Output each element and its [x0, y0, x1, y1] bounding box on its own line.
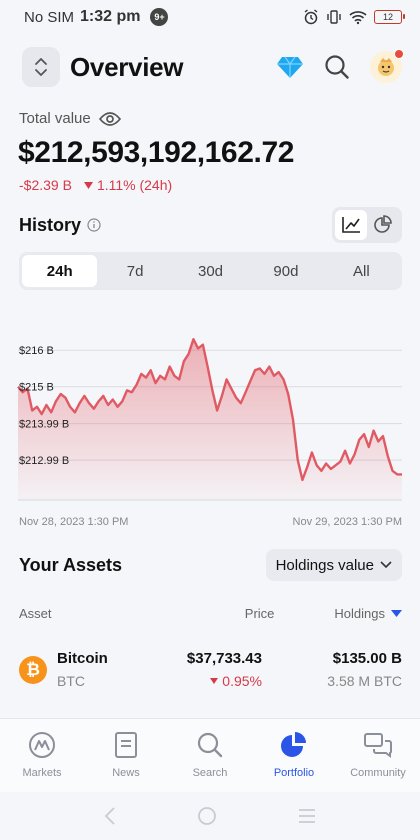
notification-badge: 9+: [150, 8, 169, 26]
x-start-label: Nov 28, 2023 1:30 PM: [19, 516, 129, 528]
history-header: History: [19, 207, 402, 243]
down-triangle-icon: [210, 678, 219, 684]
history-chart-svg: $216 B $215 B $213.99 B $212.99 B: [17, 338, 402, 501]
news-icon: [115, 732, 137, 758]
bottom-nav: Markets News Search Portfolio Community: [0, 718, 420, 792]
column-price[interactable]: Price: [154, 606, 275, 621]
change-percent: 1.11% (24h): [96, 177, 173, 193]
info-icon[interactable]: [87, 218, 101, 232]
recent-apps-icon[interactable]: [297, 808, 317, 824]
tab-30d[interactable]: 30d: [173, 255, 248, 287]
column-holdings-label: Holdings: [334, 606, 385, 621]
column-holdings[interactable]: Holdings: [334, 606, 402, 621]
search-icon[interactable]: [324, 54, 350, 80]
down-triangle-icon: [83, 181, 93, 189]
system-nav-bar: [0, 792, 420, 840]
pie-chart-toggle[interactable]: [367, 210, 399, 240]
tab-all[interactable]: All: [324, 255, 399, 287]
line-chart-icon: [342, 217, 360, 233]
chevron-up-down-icon: [35, 58, 47, 76]
vibrate-icon: [327, 10, 341, 24]
chart-area: [18, 339, 402, 500]
nav-markets[interactable]: Markets: [0, 719, 84, 792]
assets-title: Your Assets: [19, 554, 123, 575]
tab-90d[interactable]: 90d: [248, 255, 323, 287]
back-icon[interactable]: [103, 806, 117, 826]
assets-table-header: Asset Price Holdings: [19, 606, 402, 621]
notification-dot: [394, 49, 404, 59]
nav-portfolio-label: Portfolio: [273, 767, 315, 779]
time-range-tabs: 24h 7d 30d 90d All: [19, 252, 402, 290]
line-chart-toggle[interactable]: [335, 210, 367, 240]
wifi-icon: [349, 11, 367, 25]
nav-community[interactable]: Community: [336, 719, 420, 792]
total-value-label: Total value: [19, 110, 91, 127]
asset-change: 0.95%: [222, 673, 262, 689]
search-icon: [197, 732, 223, 758]
nav-community-label: Community: [350, 767, 406, 779]
chevron-down-icon: [380, 561, 392, 569]
tab-7d[interactable]: 7d: [97, 255, 172, 287]
sort-select[interactable]: Holdings value: [265, 549, 402, 581]
asset-name: Bitcoin: [57, 650, 108, 667]
avatar[interactable]: [370, 49, 404, 83]
x-end-label: Nov 29, 2023 1:30 PM: [292, 516, 402, 528]
total-value-label-row: Total value: [19, 110, 121, 127]
sort-down-icon: [391, 610, 402, 617]
y-tick-label: $213.99 B: [19, 419, 69, 431]
asset-symbol: BTC: [57, 673, 85, 689]
bitcoin-icon: ₿: [19, 656, 47, 684]
asset-price: $37,733.43: [186, 650, 262, 667]
portfolio-switch-button[interactable]: [22, 47, 60, 87]
sort-select-value: Holdings value: [275, 556, 374, 574]
battery-indicator: 12: [374, 10, 405, 24]
nav-markets-label: Markets: [22, 767, 62, 779]
assets-header: Your Assets Holdings value: [19, 548, 402, 582]
chart-x-labels: Nov 28, 2023 1:30 PM Nov 29, 2023 1:30 P…: [19, 516, 402, 528]
total-value: $212,593,192,162.72: [18, 136, 295, 169]
nav-search[interactable]: Search: [168, 719, 252, 792]
nav-search-label: Search: [192, 767, 228, 779]
nav-portfolio[interactable]: Portfolio: [252, 719, 336, 792]
asset-holdings-value: $135.00 B: [332, 650, 402, 667]
carrier-label: No SIM: [24, 8, 75, 26]
header: Overview: [22, 44, 404, 90]
y-tick-label: $212.99 B: [19, 455, 69, 467]
change-row: -$2.39 B 1.11% (24h): [19, 177, 172, 193]
chart-type-toggle: [332, 207, 402, 243]
nav-news-label: News: [112, 767, 140, 779]
asset-holdings-qty: 3.58 M BTC: [327, 673, 402, 689]
pie-chart-icon: [374, 215, 392, 233]
markets-icon: [29, 732, 55, 758]
community-chat-icon: [364, 733, 393, 758]
asset-row[interactable]: ₿ Bitcoin BTC $37,733.43 0.95% $135.00 B…: [19, 650, 402, 694]
page-title: Overview: [70, 51, 184, 82]
y-tick-label: $216 B: [19, 345, 54, 357]
column-asset[interactable]: Asset: [19, 606, 154, 621]
change-absolute: -$2.39 B: [19, 177, 72, 193]
diamond-icon[interactable]: [276, 55, 304, 79]
tab-24h[interactable]: 24h: [22, 255, 98, 287]
nav-news[interactable]: News: [84, 719, 168, 792]
y-tick-label: $215 B: [19, 382, 54, 394]
status-bar: No SIM 1:32 pm 9+ 12: [0, 0, 420, 34]
clock: 1:32 pm: [80, 8, 141, 25]
avatar-image-icon: [378, 58, 394, 76]
portfolio-pie-icon: [281, 732, 306, 757]
history-title: History: [19, 214, 82, 235]
eye-icon[interactable]: [98, 111, 121, 127]
home-icon[interactable]: [197, 806, 217, 826]
history-chart[interactable]: $216 B $215 B $213.99 B $212.99 B: [0, 300, 420, 510]
alarm-icon: [304, 9, 318, 25]
